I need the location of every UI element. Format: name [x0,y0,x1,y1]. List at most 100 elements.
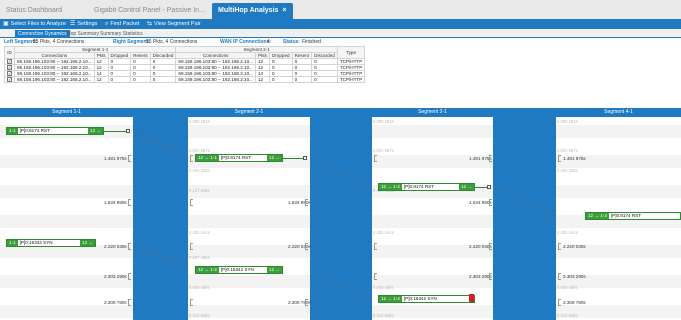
segment-header-label: Segment 4-1 [604,109,633,115]
timeline-tick [128,243,131,250]
timeline-tick [305,199,308,206]
find-packet-button[interactable]: ⌕ Find Packet [105,19,139,29]
time-label: 2.308 780s [104,300,127,305]
packet-id-tag: 12 → 1-2 [196,267,219,273]
tab-multihop-analysis[interactable]: MultiHop Analysis × [212,3,293,19]
time-label: 1.634 980s [104,200,127,205]
find-packet-label: Find Packet [110,21,140,27]
packet-label: [P]0:8174 RST [220,155,252,160]
table-cell: 69.159.196.103:80 -- 192.168.2.10... [14,64,95,71]
table-cell: TCP/HTTP [336,64,366,71]
subtab-label: Hop Summary [67,31,99,37]
faint-time-label: 0.803 485s [373,285,394,290]
settings-button[interactable]: ☰ Settings [70,19,97,29]
wan-connections-label: WAN IP Connections: [220,39,272,45]
packet-bar[interactable]: 12 → 1-1 [P]0:8174 RST 12 → [195,154,283,162]
packet-bar[interactable]: 12 → 1-2 [P]0:8174 RST [585,212,681,220]
packet-size-tag: 12 → [88,128,103,134]
time-label: 2.220 030s [563,244,586,249]
faint-time-label: 0.235 041s [373,230,394,235]
packet-bar[interactable]: 12 → 1-2 [P]0:16342 SYN [378,294,475,303]
packet-id-tag: 1-1 [7,240,18,246]
faint-time-label: 0.803 485s [189,285,210,290]
timeline-tick [374,155,377,162]
timeline-tick [305,243,308,250]
packet-bar[interactable]: 1-1 [P]0:16342 SYN 12 → [6,239,96,247]
find-icon: ⌕ [105,21,109,27]
row-stripe [188,215,310,228]
select-files-button[interactable]: ▣ Select Files to Analyze [3,19,66,29]
packet-bar[interactable]: 12 → 1-2 [P]0:8174 RST 12 → [378,183,475,191]
packet-arrow [283,158,303,159]
table-cell: 12 [93,76,109,83]
row-stripe [556,125,681,138]
segment-info-bar: Left Segment: 55 Pkts, 4 Connections Rig… [0,38,681,46]
document-tab-bar: Status Dashboard Gigabit Control Panel -… [0,0,681,19]
table-cell: 0 [130,76,151,83]
time-label: 1.481 975s [563,156,586,161]
table-cell: TCP/HTTP [336,76,366,83]
packet-bar[interactable]: 12 → 1-2 [P]0:16342 SYN 12 → [195,266,283,274]
timeline-tick [128,273,131,280]
subtab-connection-dynamics[interactable]: Connection Dynamics [15,30,70,38]
timeline-tick [305,299,308,306]
tab-label: Gigabit Control Panel - Passive In... [94,7,205,14]
faint-time-label: 0.005 328s [189,168,210,173]
faint-time-label: 0.812 848s [373,313,394,318]
row-checkbox[interactable]: ✓ [4,76,15,83]
packet-id-tag: 12 → 1-2 [379,296,402,302]
left-segment-value: 55 Pkts, 4 Connections [33,39,85,45]
time-label: 1.481 975s [104,156,127,161]
time-label: 2.220 030s [104,244,127,249]
settings-label: Settings [77,21,98,27]
packet-arrow [475,187,487,188]
table-cell: 0 [268,76,293,83]
faint-time-label: 0.235 041s [557,230,578,235]
time-label: 2.303 290s [563,274,586,279]
packet-label: [P]0:8174 RST [19,128,50,133]
tab-status-dashboard[interactable]: Status Dashboard [0,3,68,19]
close-icon[interactable]: × [282,7,286,14]
discarded-column-header[interactable]: Discarded [149,52,177,59]
segment-divider [310,108,372,320]
packet-arrow [104,131,126,132]
view-segment-pair-button[interactable]: ⇆ View Segment Pair [147,19,201,29]
table-row[interactable]: ✓ 69.159.196.103:80 -- 192.168.2.10... 1… [4,76,366,83]
faint-time-label: 0.005 328s [557,168,578,173]
toolbar: ▣ Select Files to Analyze ☰ Settings ⌕ Find… [0,19,681,29]
dropped-column-header[interactable]: Dropped [107,52,132,59]
table-cell: TCP/HTTP [336,70,366,77]
table-cell: 69.159.196.103:80 -- 192.168.2.10... [14,76,95,83]
packet-label: [P]0:8174 RST [403,184,435,189]
table-cell: 0 [291,76,313,83]
segment-lane-3: 0.000 284s 0.001 587s 0.127 848s 0.235 0… [372,117,493,320]
row-stripe [0,185,133,198]
timeline-tick [558,155,561,162]
table-cell: 0 [107,76,132,83]
type-column-header[interactable]: Type [336,46,366,59]
subtab-summary-statistics[interactable]: Summary Statistics [97,30,146,38]
right-segment-value: 55 Pkts, 4 Connections [146,39,198,45]
timeline-tick [558,243,561,250]
discarded-column-header[interactable]: Discarded [311,52,338,59]
packet-bar[interactable]: 1-1 [P]0:8174 RST 12 → [6,127,104,135]
id-column-header[interactable]: ID [4,46,15,59]
faint-time-label: 0.812 848s [189,313,210,318]
timeline-tick [558,273,561,280]
resent-column-header[interactable]: Resent [291,52,313,59]
segment-header-2: Segment 2-1 [188,108,310,117]
analysis-subtabs: Connection Dynamics Hop Summary Summary … [0,29,681,38]
timeline-tick [128,199,131,206]
packet-size-tag: 12 → [80,240,95,246]
packet-id-tag: 12 → 1-2 [586,213,609,219]
segment-lane-2: 0.000 284s 0.001 587s 0.005 328s 0.127 8… [188,117,311,320]
row-stripe [0,215,133,228]
faint-time-label: 0.000 284s [189,119,210,124]
dropped-column-header[interactable]: Dropped [268,52,293,59]
pkts-column-header[interactable]: Pkts [93,52,109,59]
select-files-label: Select Files to Analyze [10,21,67,27]
resent-column-header[interactable]: Resent [130,52,151,59]
table-cell: TCP/HTTP [336,58,366,65]
tab-gigabit-control-panel[interactable]: Gigabit Control Panel - Passive In... [88,3,211,19]
timeline-tick [190,199,193,206]
